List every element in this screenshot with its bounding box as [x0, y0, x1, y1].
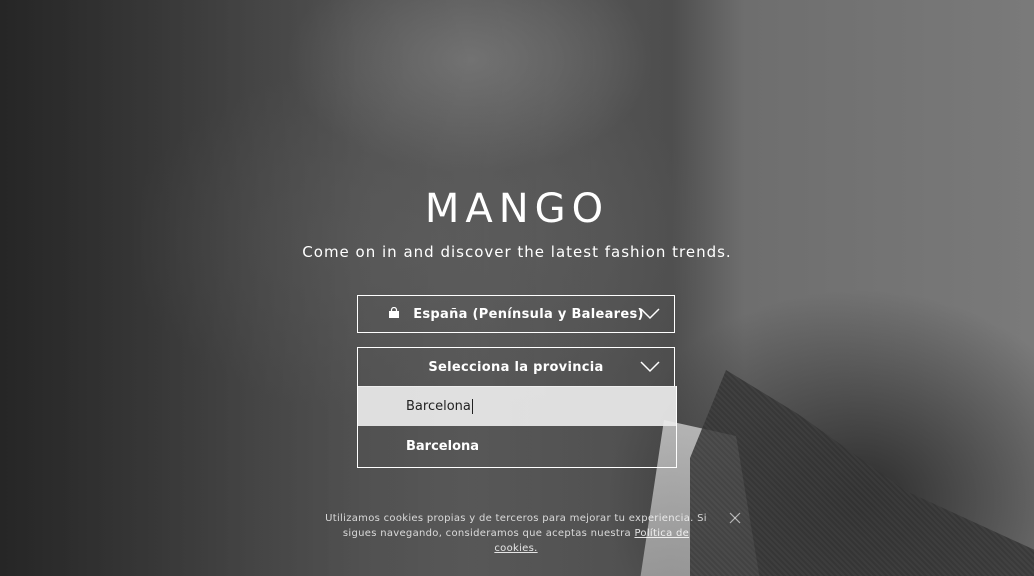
- country-select-value: España (Península y Baleares): [413, 306, 644, 322]
- province-option-label: Barcelona: [406, 439, 480, 454]
- landing-page: MANGO Come on in and discover the latest…: [0, 0, 1034, 576]
- province-select-label: Selecciona la provincia: [428, 359, 604, 375]
- tagline: Come on in and discover the latest fashi…: [302, 243, 732, 261]
- background-jacket: [690, 370, 1034, 576]
- shopping-bag-icon: [389, 307, 400, 318]
- chevron-down-icon: [640, 361, 660, 373]
- mango-logo: MANGO: [424, 186, 610, 232]
- province-option[interactable]: Barcelona: [358, 426, 676, 467]
- country-select[interactable]: España (Península y Baleares): [357, 295, 675, 333]
- close-icon[interactable]: [729, 512, 741, 524]
- province-search-value: Barcelona: [406, 398, 471, 414]
- province-dropdown: Barcelona Barcelona: [357, 386, 677, 468]
- province-search-input[interactable]: Barcelona: [358, 386, 676, 426]
- province-select[interactable]: Selecciona la provincia: [357, 347, 675, 387]
- cookie-notice: Utilizamos cookies propias y de terceros…: [320, 511, 712, 556]
- chevron-down-icon: [640, 308, 660, 320]
- text-caret: [471, 398, 473, 414]
